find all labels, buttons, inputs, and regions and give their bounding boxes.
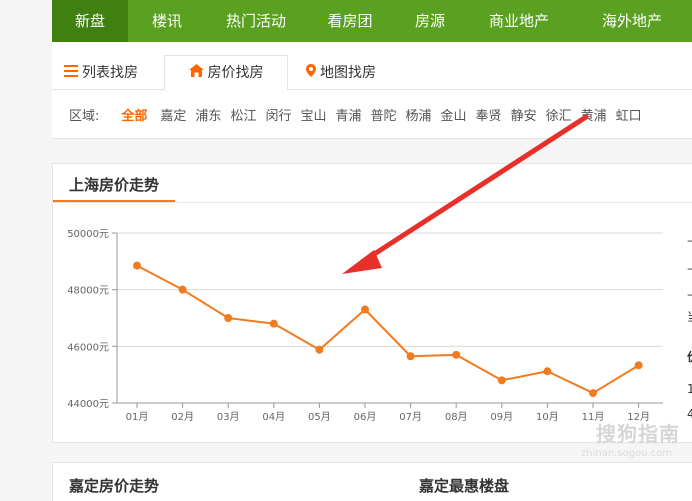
district-hongkou[interactable]: 虹口 <box>616 105 642 124</box>
side-text-fragment: 4 <box>687 407 692 421</box>
x-tick-label: 01月 <box>126 411 149 423</box>
map-pin-icon <box>306 56 316 90</box>
side-text-fragment: 上 <box>687 256 692 273</box>
data-point <box>224 314 233 322</box>
data-point <box>497 376 506 385</box>
tab-map-search[interactable]: 地图找房 <box>306 56 376 90</box>
tab-price-search[interactable]: 房价找房 <box>164 55 288 91</box>
district-jinshan[interactable]: 金山 <box>441 105 467 124</box>
district-putuo[interactable]: 普陀 <box>371 105 397 124</box>
house-icon <box>188 56 204 90</box>
x-tick-label: 05月 <box>308 411 331 423</box>
district-fengxian[interactable]: 奉贤 <box>476 105 502 124</box>
data-point <box>361 305 369 314</box>
x-tick-label: 10月 <box>536 411 559 423</box>
district-huangpu[interactable]: 黄浦 <box>581 105 607 124</box>
district-minhang[interactable]: 闵行 <box>265 105 291 124</box>
tab-label: 地图找房 <box>320 65 376 81</box>
y-tick-label: 46000元 <box>67 342 109 353</box>
data-point <box>406 352 415 361</box>
jiading-deals-title: 嘉定最惠楼盘 <box>419 477 510 495</box>
list-icon <box>64 56 78 90</box>
side-text-fragment: 当 <box>687 308 692 325</box>
district-jiading[interactable]: 嘉定 <box>160 105 186 124</box>
price-trend-chart: 44000元 46000元 48000元 50000元 01月 02月 03月 04月 05月 0… <box>67 229 663 423</box>
nav-item-hot-events[interactable]: 热门活动 <box>206 0 306 42</box>
top-nav: 新盘 楼讯 热门活动 看房团 房源 商业地产 海外地产 <box>52 0 692 42</box>
y-tick-label: 48000元 <box>67 286 109 297</box>
district-xuhui[interactable]: 徐汇 <box>546 105 572 124</box>
nav-item-listings[interactable]: 房源 <box>394 0 466 42</box>
data-point <box>589 389 597 398</box>
nav-item-tour-group[interactable]: 看房团 <box>306 0 394 42</box>
nav-item-commercial[interactable]: 商业地产 <box>466 0 572 42</box>
district-label: 区域: <box>69 108 100 124</box>
watermark-logo: 搜狗指南 <box>596 422 680 446</box>
x-tick-label: 02月 <box>171 411 194 423</box>
side-text-fragment: 1 <box>687 382 692 396</box>
x-tick-label: 07月 <box>399 411 422 423</box>
district-baoshan[interactable]: 宝山 <box>300 105 326 124</box>
data-point <box>452 350 461 359</box>
x-tick-label: 04月 <box>262 411 285 423</box>
bottom-section: 嘉定房价走势 嘉定最惠楼盘 <box>52 462 692 501</box>
search-mode-tabs: 列表找房 房价找房 地图找房 <box>52 42 692 91</box>
x-tick-label: 03月 <box>217 411 240 423</box>
jiading-trend-title: 嘉定房价走势 <box>69 477 160 495</box>
price-series-line <box>136 264 640 395</box>
district-songjiang[interactable]: 松江 <box>230 105 256 124</box>
nav-item-news[interactable]: 楼讯 <box>128 0 206 42</box>
nav-item-new-homes[interactable]: 新盘 <box>52 0 128 42</box>
tab-label: 房价找房 <box>207 65 264 81</box>
data-point <box>543 367 552 376</box>
tab-label: 列表找房 <box>82 65 138 81</box>
x-tick-label: 06月 <box>354 411 377 423</box>
x-tick-label: 08月 <box>445 411 468 423</box>
side-text-fragment: 上 <box>687 282 692 299</box>
side-text-fragment: 价 <box>687 348 692 365</box>
watermark-url: zhinan.sogou.com <box>580 448 672 459</box>
district-pudong[interactable]: 浦东 <box>195 105 221 124</box>
district-yangpu[interactable]: 杨浦 <box>406 105 432 124</box>
data-point <box>269 319 278 328</box>
district-all[interactable]: 全部 <box>121 105 147 124</box>
y-tick-label: 50000元 <box>67 229 109 240</box>
price-trend-card: 上海房价走势 44000元 46000元 48000元 50000元 01月 02月 03月… <box>52 163 692 443</box>
nav-item-overseas[interactable]: 海外地产 <box>572 0 692 42</box>
tab-list-search[interactable]: 列表找房 <box>64 56 138 90</box>
side-text-fragment: 上 <box>687 228 692 245</box>
data-point <box>178 285 187 294</box>
data-point <box>634 361 643 370</box>
data-point <box>133 261 141 270</box>
data-point <box>315 345 324 354</box>
district-filter: 区域: 全部 嘉定 浦东 松江 闵行 宝山 青浦 普陀 杨浦 金山 奉贤 静安 … <box>52 90 692 139</box>
x-tick-label: 09月 <box>490 411 513 423</box>
y-tick-label: 44000元 <box>67 399 109 410</box>
district-qingpu[interactable]: 青浦 <box>335 105 361 124</box>
district-jingan[interactable]: 静安 <box>511 105 537 124</box>
